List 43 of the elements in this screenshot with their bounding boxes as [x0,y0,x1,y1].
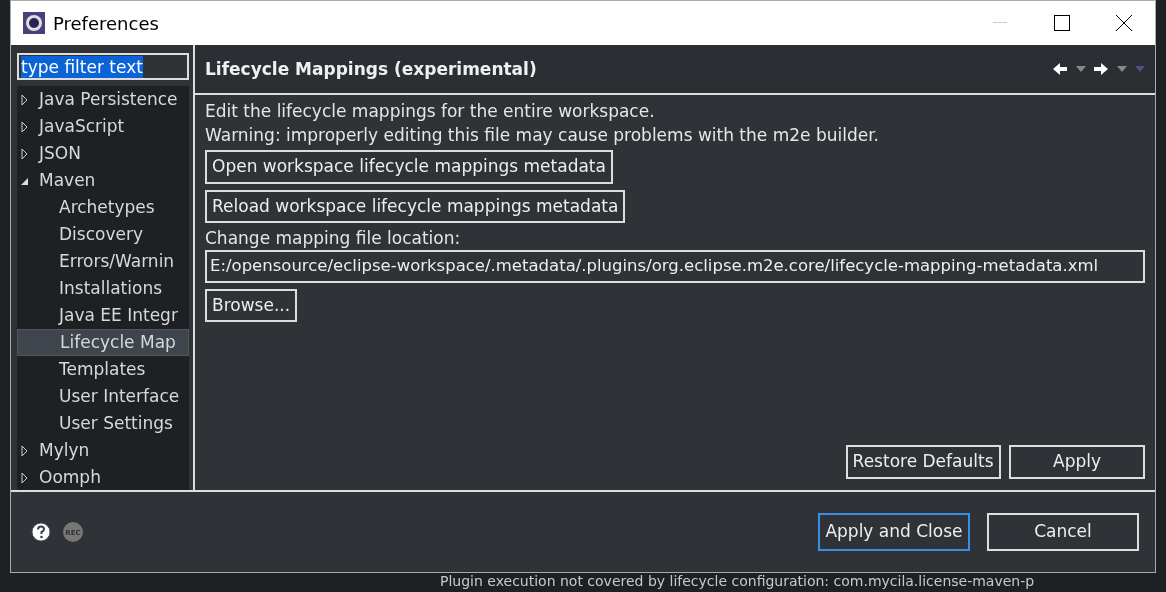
tree-item[interactable]: Installations [17,275,189,302]
tree-item[interactable]: Java Persistence [17,86,189,113]
forward-icon[interactable] [1094,63,1108,75]
reload-metadata-button[interactable]: Reload workspace lifecycle mappings metadata [205,189,626,223]
maximize-icon[interactable] [1054,15,1070,31]
apply-and-close-button[interactable]: Apply and Close [818,513,970,551]
dropdown-icon[interactable] [1116,66,1127,72]
warning-text: Warning: improperly editing this file may cause problems with the m2e builder. [205,124,879,147]
tree-item[interactable]: Archetypes [17,194,189,221]
tree-item[interactable]: Errors/Warnin [17,248,189,275]
page-title: Lifecycle Mappings (experimental) [205,58,537,80]
expand-icon[interactable] [21,94,29,105]
expand-icon[interactable] [21,445,29,456]
window-title: Preferences [53,11,159,36]
expand-icon[interactable] [21,121,29,132]
help-icon[interactable] [31,522,51,542]
open-metadata-button[interactable]: Open workspace lifecycle mappings metadata [205,150,613,184]
expand-icon[interactable] [21,472,29,483]
filter-field[interactable]: type filter text [17,53,189,80]
tree-item[interactable]: JSON [17,140,189,167]
close-icon[interactable] [1116,15,1132,31]
browse-button[interactable]: Browse... [205,288,298,323]
tree-item[interactable]: Templates [17,356,189,383]
description-text: Edit the lifecycle mappings for the entire workspace. [205,100,655,123]
expand-icon[interactable] [21,148,29,159]
location-field[interactable]: E:/opensource/eclipse-workspace/.metadata/.plugins/org.eclipse.m2e.core/lifecycle-mapping-metadata.xml [205,250,1145,283]
restore-defaults-button[interactable]: Restore Defaults [845,445,1001,479]
back-icon[interactable] [1053,63,1067,75]
dropdown-icon[interactable] [1075,66,1086,72]
cancel-button[interactable]: Cancel [987,513,1139,551]
tree-item[interactable]: Lifecycle Map [17,329,189,356]
tree-item[interactable]: JavaScript [17,113,189,140]
editor-text: Plugin execution not covered by lifecycle configuration: com.mycila.license-maven-p [440,573,1035,590]
apply-button[interactable]: Apply [1009,445,1145,479]
app-icon [23,12,45,34]
location-label: Change mapping file location: [205,227,461,250]
tree-item[interactable]: Discovery [17,221,189,248]
tree-item[interactable]: Java EE Integr [17,302,189,329]
tree-item[interactable]: User Interface [17,383,189,410]
tree-item[interactable]: Maven [17,167,189,194]
tree-item[interactable]: User Settings [17,410,189,437]
tree-item[interactable]: Oomph [17,464,189,490]
tree-item[interactable]: Mylyn [17,437,189,464]
